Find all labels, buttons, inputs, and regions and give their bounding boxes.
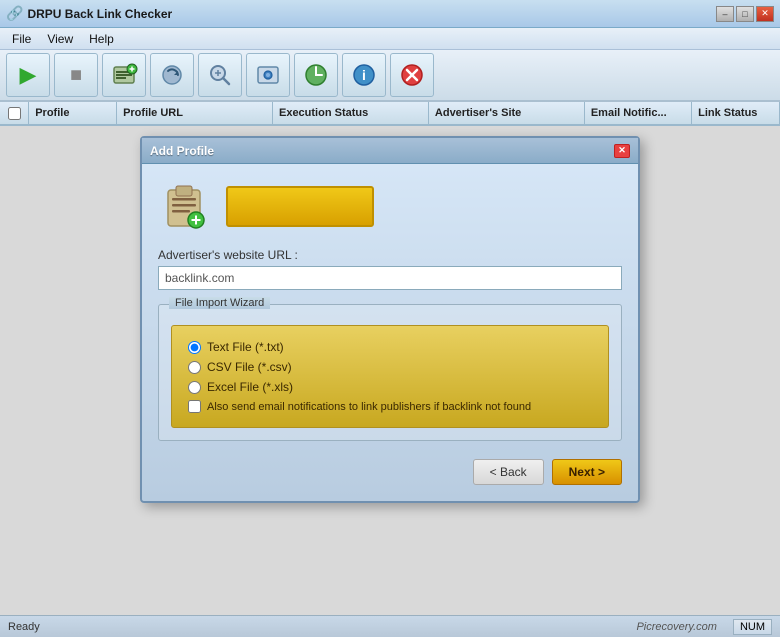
play-button[interactable]: ▶ <box>6 53 50 97</box>
wizard-inner: Text File (*.txt) CSV File (*.csv) Excel… <box>171 325 609 428</box>
radio-csv-label[interactable]: CSV File (*.csv) <box>207 360 292 374</box>
back-button[interactable]: < Back <box>473 459 544 485</box>
num-indicator: NUM <box>733 619 772 635</box>
select-all-checkbox[interactable] <box>8 107 21 120</box>
wizard-legend: File Import Wizard <box>169 297 270 309</box>
minimize-button[interactable]: – <box>716 6 734 22</box>
stop-button[interactable]: ■ <box>54 53 98 97</box>
col-profile: Profile <box>29 102 117 124</box>
radio-xls[interactable]: Excel File (*.xls) <box>188 380 592 394</box>
email-notify-checkbox[interactable] <box>188 400 201 413</box>
wizard-buttons: < Back Next > <box>158 453 622 485</box>
modal-body: Add Profile Advertiser's website URL : F… <box>142 164 638 501</box>
status-bar: Ready Picrecovery.com NUM <box>0 615 780 637</box>
menu-view[interactable]: View <box>39 30 81 48</box>
add-profile-modal: Add Profile ✕ <box>140 136 640 503</box>
col-exec: Execution Status <box>273 102 429 124</box>
toolbar: ▶ ■ <box>0 50 780 102</box>
modal-close-button[interactable]: ✕ <box>614 144 630 158</box>
radio-csv-input[interactable] <box>188 361 201 374</box>
main-content: Profile Profile URL Execution Status Adv… <box>0 102 780 615</box>
url-label: Advertiser's website URL : <box>158 248 622 262</box>
window-title: DRPU Back Link Checker <box>27 7 172 21</box>
modal-header-section: Add Profile <box>158 180 622 232</box>
toolbar-close-button[interactable] <box>390 53 434 97</box>
maximize-button[interactable]: □ <box>736 6 754 22</box>
table-header: Profile Profile URL Execution Status Adv… <box>0 102 780 126</box>
menu-help[interactable]: Help <box>81 30 122 48</box>
status-text: Ready <box>8 621 40 633</box>
status-right: Picrecovery.com NUM <box>636 619 772 635</box>
email-notify-option[interactable]: Also send email notifications to link pu… <box>188 400 592 413</box>
add-button[interactable] <box>102 53 146 97</box>
radio-txt-label[interactable]: Text File (*.txt) <box>207 340 284 354</box>
radio-xls-input[interactable] <box>188 381 201 394</box>
col-adv: Advertiser's Site <box>429 102 585 124</box>
modal-title: Add Profile <box>150 144 214 158</box>
table-body: Add Profile ✕ <box>0 126 780 615</box>
radio-txt-input[interactable] <box>188 341 201 354</box>
col-url: Profile URL <box>117 102 273 124</box>
schedule-button[interactable] <box>294 53 338 97</box>
wizard-section: File Import Wizard Text File (*.txt) CSV… <box>158 304 622 441</box>
radio-txt[interactable]: Text File (*.txt) <box>188 340 592 354</box>
modal-heading: Add Profile <box>226 186 374 227</box>
app-icon: 🔗 <box>6 5 23 22</box>
header-checkbox-cell[interactable] <box>0 102 29 124</box>
next-button[interactable]: Next > <box>552 459 622 485</box>
info-button[interactable]: i <box>342 53 386 97</box>
radio-csv[interactable]: CSV File (*.csv) <box>188 360 592 374</box>
col-link: Link Status <box>692 102 780 124</box>
url-section: Advertiser's website URL : <box>158 248 622 290</box>
svg-text:i: i <box>362 67 366 83</box>
settings-button[interactable] <box>246 53 290 97</box>
email-notify-label[interactable]: Also send email notifications to link pu… <box>207 401 531 413</box>
window-controls: – □ ✕ <box>716 6 774 22</box>
url-input[interactable] <box>158 266 622 290</box>
watermark: Picrecovery.com <box>636 621 716 633</box>
title-bar: 🔗 DRPU Back Link Checker – □ ✕ <box>0 0 780 28</box>
menu-bar: File View Help <box>0 28 780 50</box>
window-close-button[interactable]: ✕ <box>756 6 774 22</box>
modal-title-bar: Add Profile ✕ <box>142 138 638 164</box>
modal-overlay: Add Profile ✕ <box>0 126 780 615</box>
clipboard-icon <box>158 180 210 232</box>
radio-xls-label[interactable]: Excel File (*.xls) <box>207 380 293 394</box>
search-button[interactable] <box>198 53 242 97</box>
col-email: Email Notific... <box>585 102 692 124</box>
menu-file[interactable]: File <box>4 30 39 48</box>
refresh-button[interactable] <box>150 53 194 97</box>
